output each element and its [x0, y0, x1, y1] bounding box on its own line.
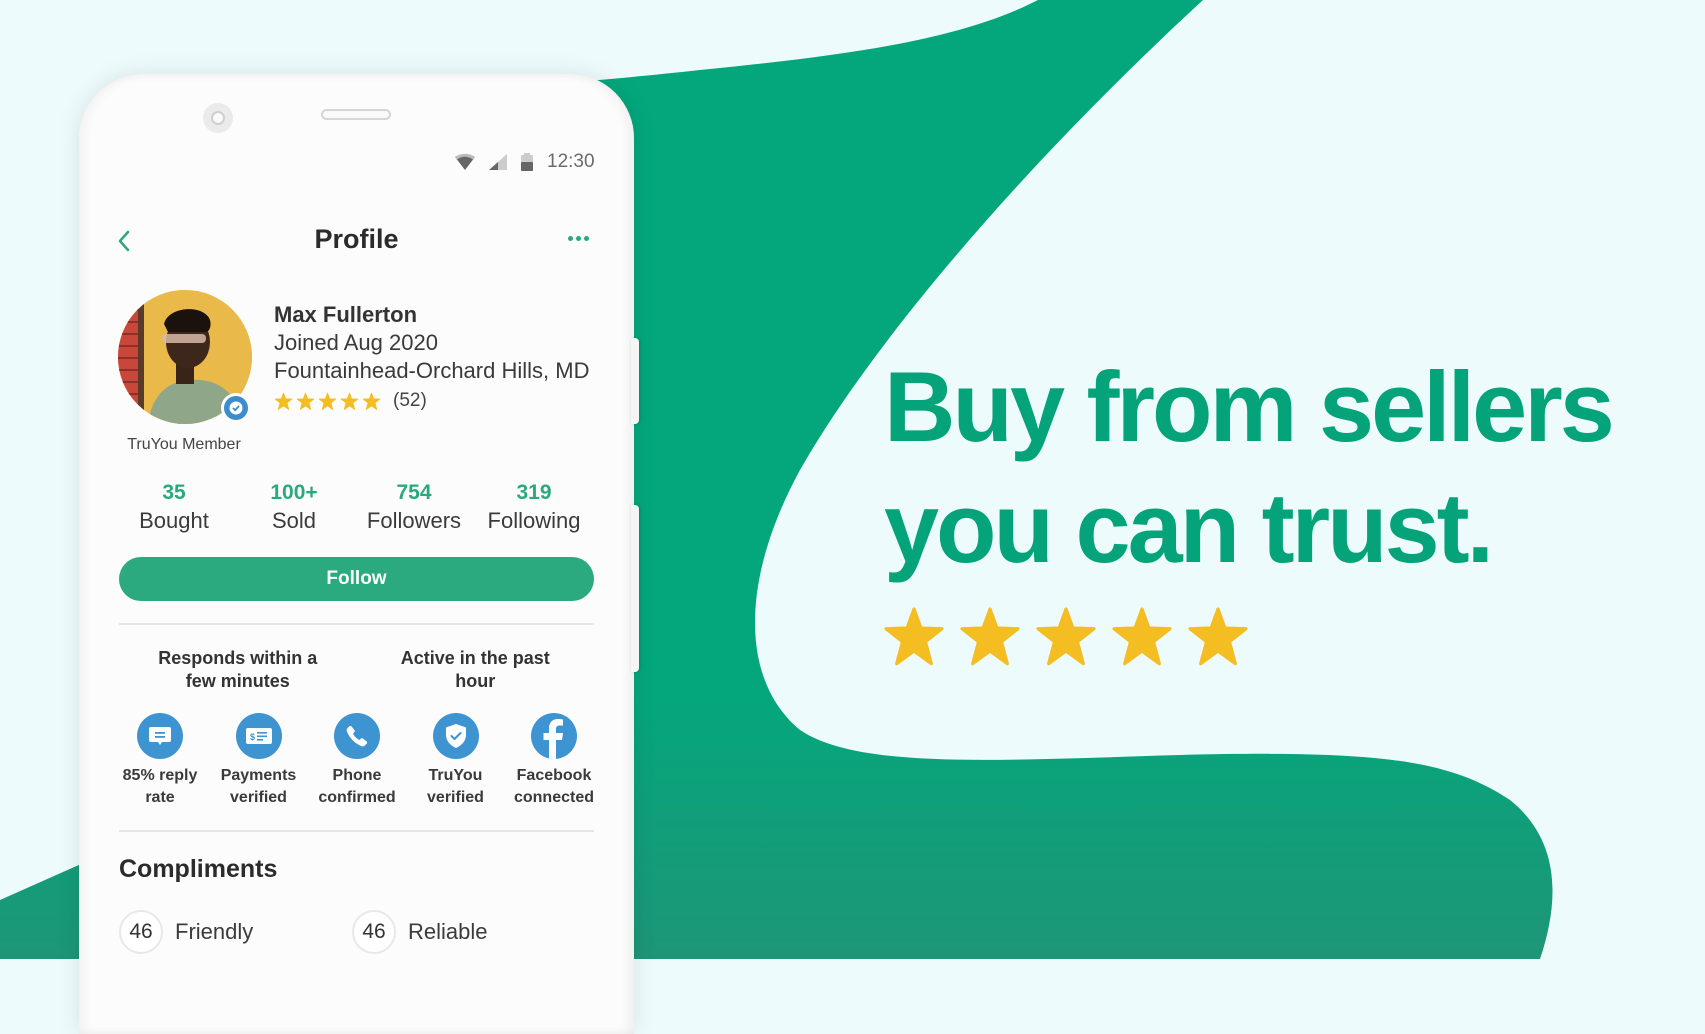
response-time-info: Responds within a few minutes	[119, 647, 357, 693]
shield-check-icon	[445, 724, 466, 748]
stat-value: 35	[162, 481, 186, 504]
stat-label: Followers	[366, 508, 462, 533]
back-button[interactable]	[117, 229, 131, 258]
compliment-label: Reliable	[408, 919, 488, 944]
stat-sold[interactable]: 100+ Sold	[234, 480, 354, 536]
star-icon	[274, 392, 293, 410]
chevron-left-icon	[118, 230, 130, 252]
badge-label: 85% reply	[122, 767, 198, 784]
stat-value: 319	[516, 481, 552, 504]
promo-stars	[882, 605, 1250, 669]
compliment-label: Friendly	[175, 919, 254, 944]
phone-icon	[346, 725, 368, 747]
stat-label: Following	[487, 508, 581, 533]
more-options-button[interactable]	[568, 236, 589, 241]
badge-phone-confirmed[interactable]: Phone confirmed	[308, 713, 406, 809]
badge-label: connected	[513, 789, 594, 806]
phone-volume-button	[631, 338, 639, 424]
response-time-line: few minutes	[185, 671, 290, 691]
star-icon	[1188, 607, 1248, 666]
follow-button[interactable]: Follow	[119, 557, 594, 601]
divider	[119, 830, 594, 832]
stat-label: Sold	[271, 508, 317, 533]
check-icon	[229, 401, 243, 415]
compliment-friendly[interactable]: 46 Friendly	[119, 910, 253, 954]
last-active-line: hour	[455, 671, 496, 691]
page-title: Profile	[314, 224, 399, 254]
response-time-line: Responds within a	[158, 648, 318, 668]
last-active-info: Active in the past hour	[357, 647, 595, 693]
profile-joined: Joined Aug 2020	[274, 330, 438, 355]
stat-value: 754	[396, 481, 432, 504]
rating-count: (52)	[393, 390, 427, 411]
svg-text:$: $	[250, 732, 255, 742]
compliment-count: 46	[352, 910, 396, 954]
stat-value: 100+	[270, 481, 318, 504]
compliments-title: Compliments	[119, 855, 278, 883]
star-icon	[318, 392, 337, 410]
more-dot	[584, 236, 589, 241]
message-icon	[149, 727, 171, 745]
badge-label: rate	[145, 789, 175, 806]
payment-check-icon: $	[245, 728, 272, 744]
facebook-icon	[543, 719, 563, 759]
phone-power-button	[631, 505, 639, 672]
profile-location: Fountainhead-Orchard Hills, MD	[274, 358, 590, 383]
star-icon	[362, 392, 381, 410]
star-icon	[960, 607, 1020, 666]
badge-label: TruYou	[428, 767, 483, 784]
divider	[119, 623, 594, 625]
truyou-member-label: TruYou Member	[127, 436, 241, 453]
badge-label: verified	[230, 789, 287, 806]
star-icon	[340, 392, 359, 410]
badge-label: Payments	[220, 767, 297, 784]
stat-label: Bought	[139, 508, 209, 533]
compliment-count: 46	[119, 910, 163, 954]
badge-payments-verified[interactable]: $ Payments verified	[210, 713, 308, 809]
profile-header: Profile	[79, 0, 634, 300]
promo-headline: Buy from sellers you can trust.	[884, 346, 1615, 588]
badge-label: confirmed	[318, 789, 396, 806]
badge-label: verified	[427, 789, 484, 806]
truyou-verified-badge	[221, 393, 251, 423]
star-icon	[884, 607, 944, 666]
verification-badges: 85% reply rate $ Payments verified Phone co…	[111, 713, 603, 809]
headline-line: Buy from sellers	[884, 351, 1615, 462]
last-active-line: Active in the past	[400, 648, 550, 668]
profile-rating[interactable]: (52)	[274, 390, 427, 412]
more-dot	[576, 236, 581, 241]
badge-reply-rate[interactable]: 85% reply rate	[111, 713, 209, 809]
compliment-reliable[interactable]: 46 Reliable	[352, 910, 488, 954]
headline-line: you can trust.	[884, 472, 1494, 583]
badge-label: Phone	[332, 767, 382, 784]
rating-stars	[274, 392, 381, 411]
badge-label: Facebook	[516, 767, 592, 784]
stat-followers[interactable]: 754 Followers	[354, 480, 474, 536]
profile-name: Max Fullerton	[274, 302, 418, 327]
badge-truyou-verified[interactable]: TruYou verified	[407, 713, 505, 809]
stat-bought[interactable]: 35 Bought	[114, 480, 234, 536]
star-icon	[1112, 607, 1172, 666]
profile-stats: 35 Bought 100+ Sold 754 Followers 319 Fo…	[114, 480, 594, 536]
activity-info: Responds within a few minutes Active in …	[119, 647, 594, 693]
badge-facebook-connected[interactable]: Facebook connected	[505, 713, 603, 809]
stat-following[interactable]: 319 Following	[474, 480, 594, 536]
star-icon	[1036, 607, 1096, 666]
star-icon	[296, 392, 315, 410]
more-horizontal-icon	[568, 236, 573, 241]
